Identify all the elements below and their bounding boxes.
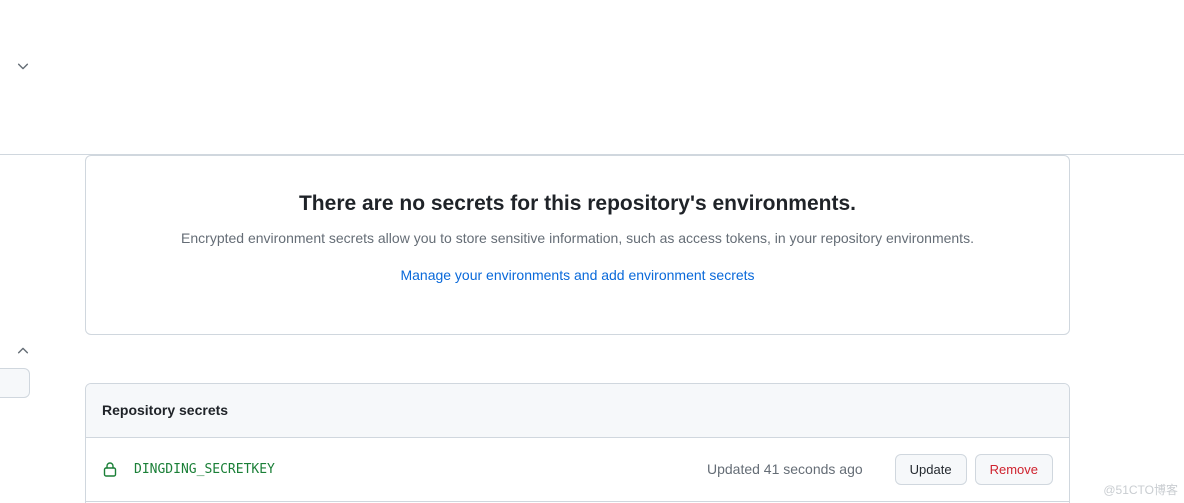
empty-description: Encrypted environment secrets allow you … xyxy=(168,228,988,249)
watermark: @51CTO博客 xyxy=(1103,481,1178,499)
lock-icon xyxy=(102,460,118,478)
chevron-up-icon[interactable] xyxy=(16,343,30,364)
secret-updated: Updated 41 seconds ago xyxy=(707,459,863,480)
manage-environments-link[interactable]: Manage your environments and add environ… xyxy=(400,267,754,283)
secret-name: DINGDING_SECRETKEY xyxy=(134,460,275,480)
repository-secrets-box: Repository secrets DINGDING_SECRETKEY Up… xyxy=(85,383,1070,503)
sidebar-divider-top xyxy=(0,0,1184,155)
environment-secrets-empty-panel: There are no secrets for this repository… xyxy=(85,155,1070,335)
update-button[interactable]: Update xyxy=(895,454,967,486)
repository-secrets-header: Repository secrets xyxy=(86,384,1069,438)
chevron-down-icon[interactable] xyxy=(16,58,30,79)
empty-heading: There are no secrets for this repository… xyxy=(110,188,1045,220)
secret-row: DINGDING_SECRETKEY Updated 41 seconds ag… xyxy=(86,438,1069,503)
sidebar-item-collapsed[interactable] xyxy=(0,368,30,398)
remove-button[interactable]: Remove xyxy=(975,454,1053,486)
